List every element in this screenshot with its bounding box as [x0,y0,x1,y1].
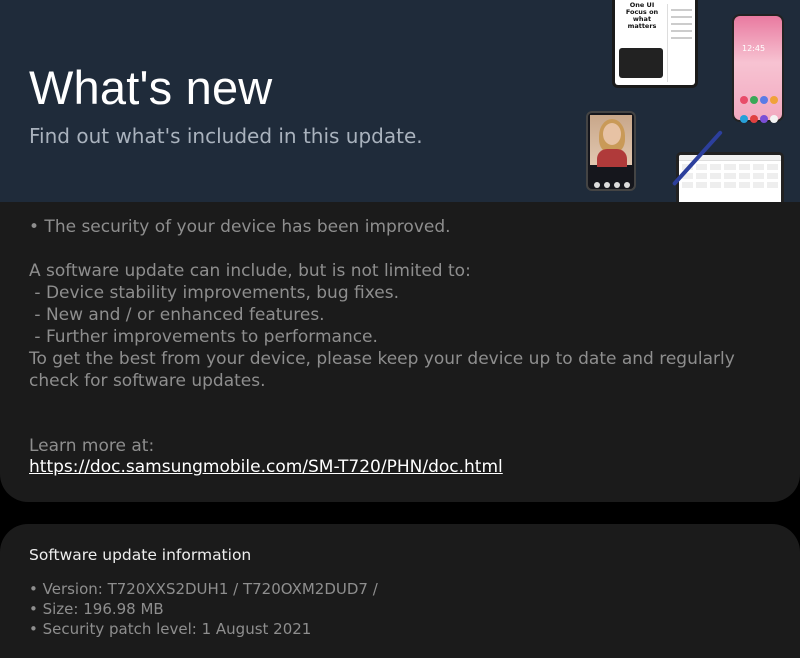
notes-intro: A software update can include, but is no… [29,261,471,281]
list-item: - Further improvements to performance. [29,327,378,347]
flip-phone-illustration [586,111,636,191]
phone-clock: 12:45 [742,44,766,53]
page-title: What's new [29,61,273,114]
info-list: • Version: T720XXS2DUH1 / T720OXM2DUD7 /… [29,579,378,639]
hero-banner: What's new Find out what's included in t… [0,0,800,202]
tablet-side-panel [667,4,695,82]
page-subtitle: Find out what's included in this update. [29,124,423,148]
tablet-text-line: what matters [627,15,657,30]
whats-new-card: What's new Find out what's included in t… [0,0,800,502]
release-notes: • The security of your device has been i… [29,216,789,392]
update-advice: To get the best from your device, please… [29,349,735,391]
security-note: • The security of your device has been i… [29,217,451,237]
update-info-card: Software update information • Version: T… [0,524,800,658]
list-item: - New and / or enhanced features. [29,305,325,325]
security-patch-info: • Security patch level: 1 August 2021 [29,620,312,638]
portrait-photo [590,115,632,167]
tablet-illustration: One UI Focus on what matters [612,0,698,88]
list-item: - Device stability improvements, bug fix… [29,283,399,303]
phone-illustration: 12:45 [732,14,784,123]
phone-app-icons [739,90,779,128]
info-title: Software update information [29,546,252,564]
learn-more-link[interactable]: https://doc.samsungmobile.com/SM-T720/PH… [29,457,503,477]
version-info: • Version: T720XXS2DUH1 / T720OXM2DUD7 / [29,580,378,598]
camera-controls [592,173,632,188]
size-info: • Size: 196.98 MB [29,600,164,618]
tablet-card-image [619,48,663,78]
learn-more-label: Learn more at: [29,436,155,456]
